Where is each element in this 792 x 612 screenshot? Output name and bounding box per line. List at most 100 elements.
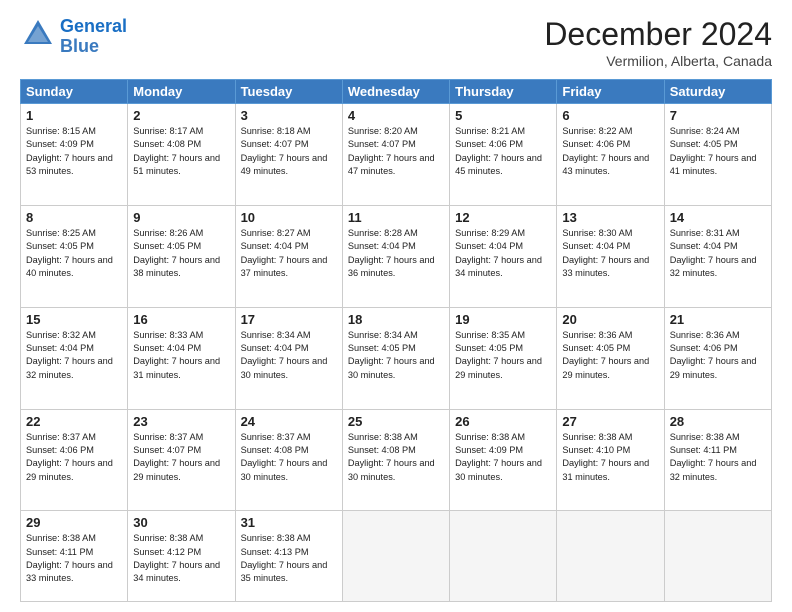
sunrise: Sunrise: 8:22 AM — [562, 126, 632, 136]
day-info: Sunrise: 8:38 AM Sunset: 4:09 PM Dayligh… — [455, 431, 551, 484]
daylight: Daylight: 7 hours and 30 minutes. — [455, 458, 542, 481]
calendar-cell: 3 Sunrise: 8:18 AM Sunset: 4:07 PM Dayli… — [235, 104, 342, 206]
daylight: Daylight: 7 hours and 29 minutes. — [455, 356, 542, 379]
sunset: Sunset: 4:05 PM — [455, 343, 523, 353]
day-number: 4 — [348, 108, 444, 123]
logo: General Blue — [20, 16, 127, 57]
calendar-cell: 9 Sunrise: 8:26 AM Sunset: 4:05 PM Dayli… — [128, 205, 235, 307]
sunrise: Sunrise: 8:38 AM — [455, 432, 525, 442]
daylight: Daylight: 7 hours and 35 minutes. — [241, 560, 328, 583]
sunrise: Sunrise: 8:38 AM — [348, 432, 418, 442]
day-info: Sunrise: 8:30 AM Sunset: 4:04 PM Dayligh… — [562, 227, 658, 280]
sunset: Sunset: 4:08 PM — [348, 445, 416, 455]
sunrise: Sunrise: 8:34 AM — [241, 330, 311, 340]
day-info: Sunrise: 8:35 AM Sunset: 4:05 PM Dayligh… — [455, 329, 551, 382]
calendar-cell: 14 Sunrise: 8:31 AM Sunset: 4:04 PM Dayl… — [664, 205, 771, 307]
calendar-cell: 27 Sunrise: 8:38 AM Sunset: 4:10 PM Dayl… — [557, 409, 664, 511]
sunrise: Sunrise: 8:24 AM — [670, 126, 740, 136]
calendar-cell: 29 Sunrise: 8:38 AM Sunset: 4:11 PM Dayl… — [21, 511, 128, 602]
day-info: Sunrise: 8:26 AM Sunset: 4:05 PM Dayligh… — [133, 227, 229, 280]
sunrise: Sunrise: 8:37 AM — [133, 432, 203, 442]
day-number: 11 — [348, 210, 444, 225]
day-number: 26 — [455, 414, 551, 429]
day-number: 28 — [670, 414, 766, 429]
week-row-5: 29 Sunrise: 8:38 AM Sunset: 4:11 PM Dayl… — [21, 511, 772, 602]
sunrise: Sunrise: 8:27 AM — [241, 228, 311, 238]
day-number: 8 — [26, 210, 122, 225]
calendar-cell — [450, 511, 557, 602]
daylight: Daylight: 7 hours and 29 minutes. — [26, 458, 113, 481]
sunrise: Sunrise: 8:38 AM — [241, 533, 311, 543]
calendar-cell: 13 Sunrise: 8:30 AM Sunset: 4:04 PM Dayl… — [557, 205, 664, 307]
calendar-cell: 16 Sunrise: 8:33 AM Sunset: 4:04 PM Dayl… — [128, 307, 235, 409]
sunset: Sunset: 4:08 PM — [133, 139, 201, 149]
sunset: Sunset: 4:08 PM — [241, 445, 309, 455]
daylight: Daylight: 7 hours and 37 minutes. — [241, 255, 328, 278]
daylight: Daylight: 7 hours and 29 minutes. — [133, 458, 220, 481]
sunrise: Sunrise: 8:38 AM — [26, 533, 96, 543]
calendar-cell: 15 Sunrise: 8:32 AM Sunset: 4:04 PM Dayl… — [21, 307, 128, 409]
daylight: Daylight: 7 hours and 32 minutes. — [26, 356, 113, 379]
day-number: 15 — [26, 312, 122, 327]
calendar-cell: 20 Sunrise: 8:36 AM Sunset: 4:05 PM Dayl… — [557, 307, 664, 409]
daylight: Daylight: 7 hours and 30 minutes. — [241, 356, 328, 379]
day-number: 9 — [133, 210, 229, 225]
day-number: 25 — [348, 414, 444, 429]
day-number: 20 — [562, 312, 658, 327]
calendar-cell: 25 Sunrise: 8:38 AM Sunset: 4:08 PM Dayl… — [342, 409, 449, 511]
sunrise: Sunrise: 8:33 AM — [133, 330, 203, 340]
sunrise: Sunrise: 8:36 AM — [562, 330, 632, 340]
sunset: Sunset: 4:09 PM — [26, 139, 94, 149]
calendar-cell: 11 Sunrise: 8:28 AM Sunset: 4:04 PM Dayl… — [342, 205, 449, 307]
calendar-cell: 2 Sunrise: 8:17 AM Sunset: 4:08 PM Dayli… — [128, 104, 235, 206]
sunrise: Sunrise: 8:21 AM — [455, 126, 525, 136]
sunrise: Sunrise: 8:26 AM — [133, 228, 203, 238]
sunrise: Sunrise: 8:38 AM — [562, 432, 632, 442]
day-number: 1 — [26, 108, 122, 123]
sunset: Sunset: 4:06 PM — [455, 139, 523, 149]
sunset: Sunset: 4:04 PM — [562, 241, 630, 251]
sunset: Sunset: 4:05 PM — [348, 343, 416, 353]
day-info: Sunrise: 8:22 AM Sunset: 4:06 PM Dayligh… — [562, 125, 658, 178]
calendar-cell: 24 Sunrise: 8:37 AM Sunset: 4:08 PM Dayl… — [235, 409, 342, 511]
day-info: Sunrise: 8:27 AM Sunset: 4:04 PM Dayligh… — [241, 227, 337, 280]
sunrise: Sunrise: 8:36 AM — [670, 330, 740, 340]
day-info: Sunrise: 8:28 AM Sunset: 4:04 PM Dayligh… — [348, 227, 444, 280]
sunrise: Sunrise: 8:17 AM — [133, 126, 203, 136]
sunrise: Sunrise: 8:32 AM — [26, 330, 96, 340]
day-info: Sunrise: 8:36 AM Sunset: 4:05 PM Dayligh… — [562, 329, 658, 382]
daylight: Daylight: 7 hours and 30 minutes. — [348, 356, 435, 379]
day-number: 31 — [241, 515, 337, 530]
calendar-cell — [557, 511, 664, 602]
header: General Blue December 2024 Vermilion, Al… — [20, 16, 772, 69]
sunset: Sunset: 4:04 PM — [670, 241, 738, 251]
sunset: Sunset: 4:13 PM — [241, 547, 309, 557]
day-number: 14 — [670, 210, 766, 225]
calendar-table: SundayMondayTuesdayWednesdayThursdayFrid… — [20, 79, 772, 602]
sunset: Sunset: 4:05 PM — [670, 139, 738, 149]
week-row-3: 15 Sunrise: 8:32 AM Sunset: 4:04 PM Dayl… — [21, 307, 772, 409]
day-info: Sunrise: 8:20 AM Sunset: 4:07 PM Dayligh… — [348, 125, 444, 178]
col-header-monday: Monday — [128, 80, 235, 104]
daylight: Daylight: 7 hours and 30 minutes. — [241, 458, 328, 481]
day-info: Sunrise: 8:36 AM Sunset: 4:06 PM Dayligh… — [670, 329, 766, 382]
day-number: 18 — [348, 312, 444, 327]
sunset: Sunset: 4:04 PM — [26, 343, 94, 353]
sunset: Sunset: 4:05 PM — [133, 241, 201, 251]
calendar-cell: 4 Sunrise: 8:20 AM Sunset: 4:07 PM Dayli… — [342, 104, 449, 206]
daylight: Daylight: 7 hours and 29 minutes. — [562, 356, 649, 379]
daylight: Daylight: 7 hours and 49 minutes. — [241, 153, 328, 176]
daylight: Daylight: 7 hours and 31 minutes. — [133, 356, 220, 379]
day-info: Sunrise: 8:18 AM Sunset: 4:07 PM Dayligh… — [241, 125, 337, 178]
col-header-wednesday: Wednesday — [342, 80, 449, 104]
col-header-sunday: Sunday — [21, 80, 128, 104]
sunset: Sunset: 4:04 PM — [348, 241, 416, 251]
sunrise: Sunrise: 8:30 AM — [562, 228, 632, 238]
daylight: Daylight: 7 hours and 43 minutes. — [562, 153, 649, 176]
day-number: 6 — [562, 108, 658, 123]
sunrise: Sunrise: 8:37 AM — [26, 432, 96, 442]
day-info: Sunrise: 8:37 AM Sunset: 4:07 PM Dayligh… — [133, 431, 229, 484]
day-number: 27 — [562, 414, 658, 429]
day-info: Sunrise: 8:38 AM Sunset: 4:12 PM Dayligh… — [133, 532, 229, 585]
page: General Blue December 2024 Vermilion, Al… — [0, 0, 792, 612]
